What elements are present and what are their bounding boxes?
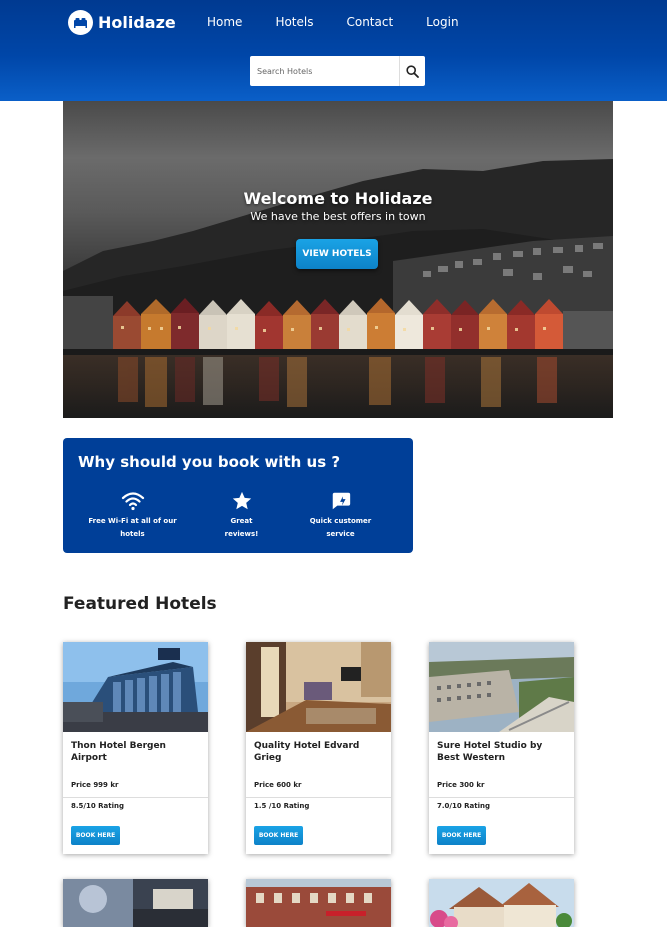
brand-name: Holidaze xyxy=(98,13,176,32)
why-book-title: Why should you book with us ? xyxy=(78,453,341,471)
feature-service: Quick customer service xyxy=(303,490,378,541)
hotel-price: Price 300 kr xyxy=(437,781,485,789)
featured-hotels-title: Featured Hotels xyxy=(63,594,217,614)
why-book-box: Why should you book with us ? Free Wi-Fi… xyxy=(63,438,413,553)
hotel-card[interactable] xyxy=(429,879,574,927)
view-hotels-button[interactable]: VIEW HOTELS xyxy=(296,239,378,269)
feature-reviews-label: Great reviews! xyxy=(224,517,259,538)
hotel-image xyxy=(429,879,574,927)
hotel-card[interactable] xyxy=(246,879,391,927)
site-header: Holidaze Home Hotels Contact Login xyxy=(0,0,667,101)
hero-subtitle: We have the best offers in town xyxy=(250,210,426,223)
feature-wifi-label: Free Wi-Fi at all of our hotels xyxy=(88,517,177,538)
search-button[interactable] xyxy=(400,56,425,86)
nav-hotels[interactable]: Hotels xyxy=(275,15,313,29)
nav-contact[interactable]: Contact xyxy=(346,15,393,29)
search-bar xyxy=(250,56,425,86)
hotel-rating: 1.5 /10 Rating xyxy=(254,802,310,810)
hero-title: Welcome to Holidaze xyxy=(243,189,433,208)
search-icon xyxy=(406,64,419,78)
search-input[interactable] xyxy=(250,56,400,86)
hotel-image xyxy=(63,879,208,927)
hotel-rating: 8.5/10 Rating xyxy=(71,802,124,810)
nav-home[interactable]: Home xyxy=(207,15,242,29)
hotel-price: Price 999 kr xyxy=(71,781,119,789)
book-here-button[interactable]: BOOK HERE xyxy=(71,826,120,845)
hotel-card[interactable]: Quality Hotel Edvard Grieg Price 600 kr … xyxy=(246,642,391,854)
book-here-button[interactable]: BOOK HERE xyxy=(437,826,486,845)
hero-banner: Welcome to Holidaze We have the best off… xyxy=(63,101,613,418)
hotel-image xyxy=(429,642,574,732)
feature-wifi: Free Wi-Fi at all of our hotels xyxy=(85,490,180,541)
hotel-rating: 7.0/10 Rating xyxy=(437,802,490,810)
main-nav: Home Hotels Contact Login xyxy=(207,15,492,29)
hotel-name: Quality Hotel Edvard Grieg xyxy=(254,741,360,763)
brand-logo[interactable]: Holidaze xyxy=(68,10,176,35)
hotel-image xyxy=(246,642,391,732)
hotel-name: Sure Hotel Studio by Best Western xyxy=(437,741,543,763)
book-here-button[interactable]: BOOK HERE xyxy=(254,826,303,845)
hotel-image xyxy=(63,642,208,732)
hotel-name: Thon Hotel Bergen Airport xyxy=(71,741,166,763)
star-icon xyxy=(232,491,251,510)
chat-icon xyxy=(331,492,350,510)
hotel-card[interactable]: Thon Hotel Bergen Airport Price 999 kr 8… xyxy=(63,642,208,854)
feature-reviews: Great reviews! xyxy=(213,490,270,541)
hotel-card[interactable] xyxy=(63,879,208,927)
hotel-price: Price 600 kr xyxy=(254,781,302,789)
nav-login[interactable]: Login xyxy=(426,15,458,29)
hotel-image xyxy=(246,879,391,927)
hotel-card[interactable]: Sure Hotel Studio by Best Western Price … xyxy=(429,642,574,854)
bed-icon xyxy=(68,10,93,35)
wifi-icon xyxy=(121,492,144,511)
feature-service-label: Quick customer service xyxy=(309,517,372,538)
